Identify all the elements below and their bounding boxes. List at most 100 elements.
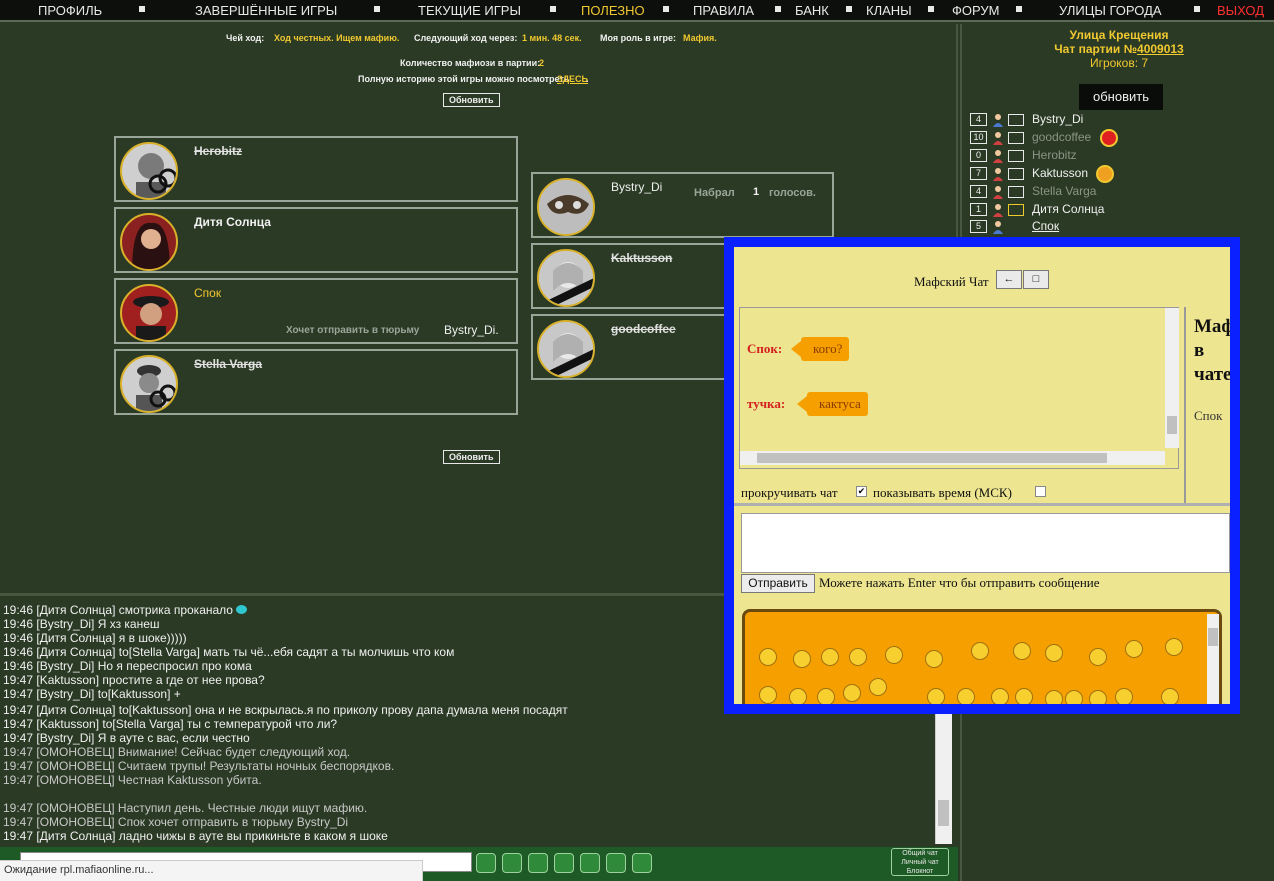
player-name[interactable]: Stella Varga — [194, 357, 262, 371]
show-time-checkbox[interactable] — [1035, 486, 1046, 497]
scroll-thumb[interactable] — [757, 453, 1107, 463]
nav-useful[interactable]: ПОЛЕЗНО — [581, 3, 645, 18]
smile-icon[interactable] — [927, 688, 945, 704]
nav-profile[interactable]: ПРОФИЛЬ — [38, 3, 102, 18]
smile-icon[interactable] — [869, 678, 887, 696]
speech-bubble-icon[interactable] — [476, 853, 496, 873]
smile-icon[interactable] — [885, 646, 903, 664]
messages-vertical-scrollbar[interactable] — [1165, 308, 1179, 448]
player-list-name[interactable]: Bystry_Di — [1032, 112, 1083, 126]
smiles-scrollbar[interactable] — [1207, 614, 1219, 704]
smile-icon[interactable] — [1115, 688, 1133, 704]
smile-icon[interactable] — [1089, 690, 1107, 704]
phone-icon[interactable] — [502, 853, 522, 873]
refresh-button-bottom[interactable]: Обновить — [443, 450, 500, 464]
player-list-item[interactable]: 4 Stella Varga — [970, 183, 1270, 201]
refresh-button-top[interactable]: Обновить — [443, 93, 500, 107]
nav-forum[interactable]: ФОРУМ — [952, 3, 999, 18]
player-name[interactable]: Kaktusson — [611, 251, 672, 265]
maximize-button[interactable]: □ — [1023, 270, 1049, 289]
smile-icon[interactable] — [971, 642, 989, 660]
player-list-item[interactable]: 0 Herobitz — [970, 147, 1270, 165]
scroll-thumb[interactable] — [1167, 416, 1177, 434]
smile-icon[interactable] — [1089, 648, 1107, 666]
nav-clans[interactable]: КЛАНЫ — [866, 3, 912, 18]
mail-icon[interactable] — [1008, 132, 1024, 144]
smile-icon[interactable] — [925, 650, 943, 668]
smile-icon[interactable] — [843, 684, 861, 702]
nav-finished-games[interactable]: ЗАВЕРШЁННЫЕ ИГРЫ — [195, 3, 337, 18]
avatar — [120, 355, 178, 413]
scroll-thumb[interactable] — [1208, 628, 1218, 646]
tab-personal-chat[interactable]: Личный чат — [892, 858, 948, 867]
lock-icon[interactable] — [580, 853, 600, 873]
mail-icon[interactable] — [1008, 204, 1024, 216]
smile-icon[interactable] — [957, 688, 975, 704]
smile-icon[interactable] — [793, 650, 811, 668]
smile-icon[interactable] — [759, 686, 777, 704]
nav-bank[interactable]: БАНК — [795, 3, 829, 18]
player-level: 1 — [970, 203, 987, 216]
send-button[interactable]: Отправить — [741, 574, 815, 593]
player-list-item[interactable]: 4 Bystry_Di — [970, 111, 1270, 129]
smile-icon[interactable] — [1015, 688, 1033, 704]
keyboard-icon[interactable] — [632, 853, 652, 873]
smile-icon[interactable] — [1065, 690, 1083, 704]
player-card[interactable]: Bystry_Di Набрал 1 голосов. — [531, 172, 834, 238]
player-name[interactable]: Спок — [194, 286, 221, 300]
player-list-name[interactable]: Stella Varga — [1032, 184, 1096, 198]
player-card-self[interactable]: Спок Хочет отправить в тюрьму Bystry_Di. — [114, 278, 518, 344]
back-button[interactable]: ← — [996, 270, 1022, 289]
player-list-name[interactable]: Kaktusson — [1032, 166, 1088, 180]
smile-icon[interactable] — [1165, 638, 1183, 656]
smile-icon[interactable] — [817, 688, 835, 704]
player-list-item[interactable]: 5 Спок — [970, 218, 1270, 236]
info-icon[interactable] — [606, 853, 626, 873]
smile-icon[interactable] — [821, 648, 839, 666]
nav-rules[interactable]: ПРАВИЛА — [693, 3, 754, 18]
player-list-name[interactable]: goodcoffee — [1032, 130, 1091, 144]
player-list-item[interactable]: 7 Kaktusson — [970, 165, 1270, 183]
player-name[interactable]: Herobitz — [194, 144, 242, 158]
nav-city-streets[interactable]: УЛИЦЫ ГОРОДА — [1059, 3, 1162, 18]
nav-current-games[interactable]: ТЕКУЩИЕ ИГРЫ — [418, 3, 521, 18]
smile-icon[interactable] — [1161, 688, 1179, 704]
player-list-name[interactable]: Herobitz — [1032, 148, 1077, 162]
mafia-message-input[interactable] — [741, 513, 1230, 573]
mail-icon[interactable] — [1008, 150, 1024, 162]
player-list-name[interactable]: Дитя Солнца — [1032, 202, 1104, 216]
player-list-name[interactable]: Спок — [1032, 219, 1059, 233]
smiley-icon[interactable] — [528, 853, 548, 873]
tab-general-chat[interactable]: Общий чат — [892, 849, 948, 858]
history-link[interactable]: ЗДЕСЬ — [557, 74, 588, 84]
smile-icon[interactable] — [1045, 644, 1063, 662]
player-name[interactable]: Дитя Солнца — [194, 215, 271, 229]
scroll-thumb[interactable] — [938, 800, 949, 826]
player-card[interactable]: Дитя Солнца — [114, 207, 518, 273]
mail-icon[interactable] — [1008, 186, 1024, 198]
mail-icon[interactable] — [1008, 168, 1024, 180]
nav-exit[interactable]: ВЫХОД — [1217, 3, 1264, 18]
smile-icon[interactable] — [1125, 640, 1143, 658]
smile-icon[interactable] — [991, 688, 1009, 704]
smile-icon[interactable] — [759, 648, 777, 666]
player-list-item[interactable]: 10 goodcoffee — [970, 129, 1270, 147]
player-list-item[interactable]: 1 Дитя Солнца — [970, 201, 1270, 219]
messages-horizontal-scrollbar[interactable] — [740, 451, 1165, 465]
avatar — [120, 284, 178, 342]
refresh-players-button[interactable]: обновить — [1079, 84, 1163, 110]
action-text: Хочет отправить в тюрьму — [286, 325, 420, 336]
player-name[interactable]: goodcoffee — [611, 322, 676, 336]
autoscroll-checkbox[interactable]: ✔ — [856, 486, 867, 497]
eraser-icon[interactable] — [554, 853, 574, 873]
tab-notepad[interactable]: Блокнот — [892, 867, 948, 876]
mail-icon[interactable] — [1008, 114, 1024, 126]
smile-icon[interactable] — [1013, 642, 1031, 660]
party-number-link[interactable]: 4009013 — [1137, 42, 1184, 56]
smile-icon[interactable] — [849, 648, 867, 666]
smile-icon[interactable] — [789, 688, 807, 704]
player-card[interactable]: Stella Varga — [114, 349, 518, 415]
player-name[interactable]: Bystry_Di — [611, 180, 662, 194]
smile-icon[interactable] — [1045, 690, 1063, 704]
player-card[interactable]: Herobitz — [114, 136, 518, 202]
